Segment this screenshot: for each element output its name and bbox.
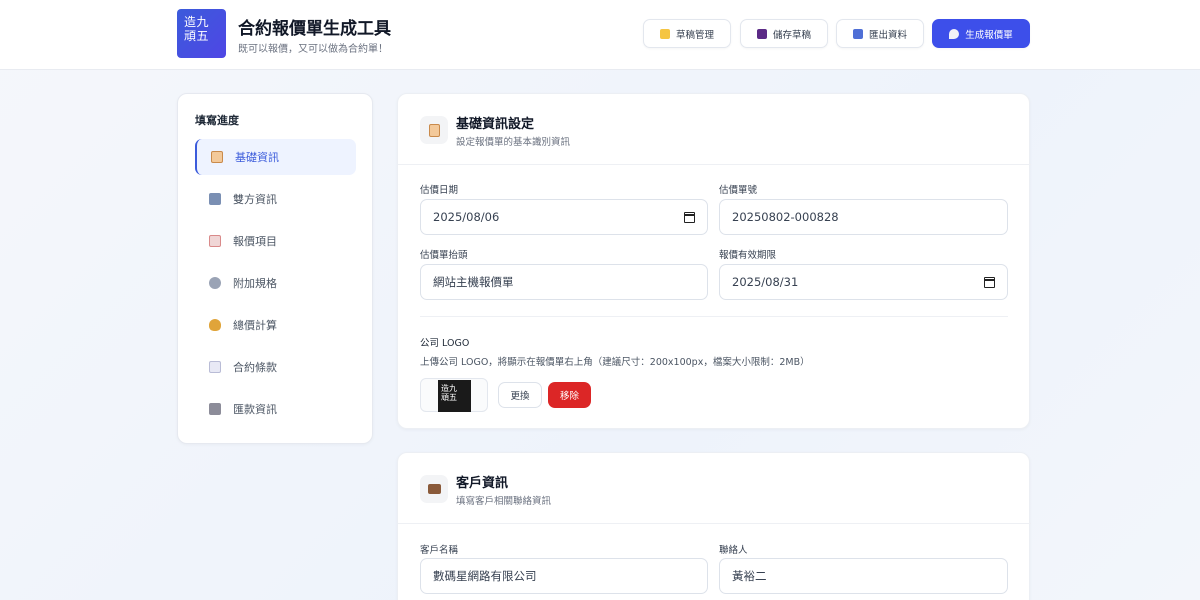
logo-preview-image: 造九 頑五: [438, 380, 471, 412]
save-draft-button[interactable]: 儲存草稿: [740, 19, 828, 48]
client-info-card: 客戶資訊 填寫客戶相關聯絡資訊 客戶名稱 數碼星網路有限公司 聯絡人 黃裕二: [397, 452, 1031, 600]
sidebar-item-party-info[interactable]: 雙方資訊: [195, 181, 356, 217]
estimate-heading-value: 網站主機報價單: [433, 275, 514, 289]
save-draft-button-label: 儲存草稿: [772, 29, 811, 41]
estimate-date-input[interactable]: 2025/08/06: [420, 199, 708, 235]
app-title: 合約報價單生成工具: [238, 19, 391, 39]
sidebar-item-label: 基礎資訊: [235, 151, 279, 164]
sidebar-item-label: 合約條款: [233, 361, 277, 374]
sidebar-item-label: 雙方資訊: [233, 193, 277, 206]
client-name-value: 數碼星網路有限公司: [433, 569, 537, 583]
client-name-label: 客戶名稱: [420, 545, 459, 556]
generate-quote-button[interactable]: 生成報價單: [932, 19, 1030, 48]
sidebar-item-basic-info[interactable]: 基礎資訊: [195, 139, 356, 175]
memo-icon: [209, 235, 221, 247]
validity-date-value: 2025/08/31: [732, 275, 799, 289]
logo-preview-frame: 造九 頑五: [420, 378, 488, 412]
estimate-heading-label: 估價單抬頭: [420, 250, 468, 261]
folder-icon: [659, 28, 670, 39]
sidebar-title: 填寫進度: [195, 114, 239, 127]
app-subtitle: 既可以報價，又可以做為合約單！: [238, 44, 388, 55]
client-name-input[interactable]: 數碼星網路有限公司: [420, 558, 708, 594]
card-subtitle: 設定報價單的基本識別資訊: [456, 137, 571, 148]
divider: [420, 316, 1008, 317]
replace-logo-button[interactable]: 更換: [498, 382, 542, 408]
upload-icon: [852, 28, 863, 39]
money-bag-icon: [209, 319, 221, 331]
estimate-number-input[interactable]: 20250802-000828: [719, 199, 1008, 235]
calendar-icon[interactable]: [983, 277, 995, 288]
contact-person-value: 黃裕二: [732, 569, 767, 583]
sidebar-item-label: 附加規格: [233, 277, 277, 290]
floppy-disk-icon: [756, 28, 767, 39]
sidebar-item-remittance-info[interactable]: 匯款資訊: [195, 391, 356, 427]
briefcase-icon: [420, 475, 448, 503]
sidebar-item-quote-items[interactable]: 報價項目: [195, 223, 356, 259]
card-title: 基礎資訊設定: [456, 117, 535, 132]
estimate-date-value: 2025/08/06: [433, 210, 500, 224]
logo-section-label: 公司 LOGO: [420, 338, 470, 349]
divider: [398, 523, 1031, 524]
document-icon: [209, 361, 221, 373]
estimate-number-value: 20250802-000828: [732, 210, 839, 224]
sidebar-item-total-calc[interactable]: 總價計算: [195, 307, 356, 343]
logo-hint: 上傳公司 LOGO，將顯示在報價單右上角（建議尺寸：200x100px，檔案大小…: [420, 357, 810, 368]
remove-logo-button[interactable]: 移除: [548, 382, 591, 408]
sidebar-item-extra-specs[interactable]: 附加規格: [195, 265, 356, 301]
app-header: 造九 頑五 合約報價單生成工具 既可以報價，又可以做為合約單！ 草稿管理 儲存草…: [0, 0, 1200, 70]
building-icon: [209, 193, 221, 205]
card-title: 客戶資訊: [456, 476, 509, 491]
validity-label: 報價有效期限: [719, 250, 777, 261]
drafts-button[interactable]: 草稿管理: [643, 19, 731, 48]
app-logo: 造九 頑五: [177, 9, 226, 58]
gear-icon: [209, 277, 221, 289]
generate-quote-button-label: 生成報價單: [965, 29, 1013, 41]
export-button-label: 匯出資料: [868, 29, 907, 41]
sidebar-item-label: 總價計算: [233, 319, 277, 332]
remove-logo-label: 移除: [559, 391, 579, 402]
validity-date-input[interactable]: 2025/08/31: [719, 264, 1008, 300]
replace-logo-label: 更換: [510, 391, 530, 402]
logo-text-line1: 造九: [184, 15, 210, 29]
contact-person-label: 聯絡人: [719, 545, 748, 556]
divider: [398, 164, 1031, 165]
card-subtitle: 填寫客戶相關聯絡資訊: [456, 496, 552, 507]
logo-preview-line2: 頑五: [441, 393, 457, 402]
calendar-icon[interactable]: [683, 212, 695, 223]
basic-info-card: 基礎資訊設定 設定報價單的基本識別資訊 估價日期 2025/08/06 估價單號…: [397, 93, 1031, 429]
progress-sidebar: 填寫進度 基礎資訊 雙方資訊 報價項目 附加規格 總價計算 合約條款 匯款資訊: [177, 93, 373, 444]
estimate-heading-input[interactable]: 網站主機報價單: [420, 264, 708, 300]
sidebar-item-contract-terms[interactable]: 合約條款: [195, 349, 356, 385]
sidebar-item-label: 報價項目: [233, 235, 277, 248]
export-button[interactable]: 匯出資料: [836, 19, 924, 48]
estimate-number-label: 估價單號: [719, 185, 758, 196]
logo-text-line2: 頑五: [184, 29, 210, 43]
drafts-button-label: 草稿管理: [675, 29, 714, 41]
rocket-icon: [949, 28, 960, 39]
sidebar-item-label: 匯款資訊: [233, 403, 277, 416]
clipboard-icon: [211, 151, 223, 163]
logo-preview-line1: 造九: [441, 384, 457, 393]
clipboard-icon: [420, 116, 448, 144]
bank-icon: [209, 403, 221, 415]
estimate-date-label: 估價日期: [420, 185, 459, 196]
contact-person-input[interactable]: 黃裕二: [719, 558, 1008, 594]
